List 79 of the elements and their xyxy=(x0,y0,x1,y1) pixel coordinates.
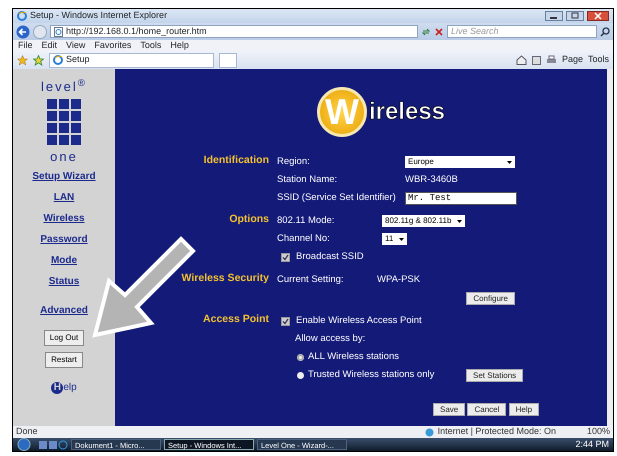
menu-item[interactable]: Tools xyxy=(140,38,162,52)
form-button[interactable]: Save xyxy=(433,403,466,416)
refresh-icon[interactable] xyxy=(421,26,431,36)
minimize-icon[interactable] xyxy=(545,11,563,21)
section-heading: Identification xyxy=(202,153,270,168)
checkbox[interactable] xyxy=(281,252,290,262)
menu-item[interactable]: Favorites xyxy=(94,38,132,52)
page-icon xyxy=(54,26,63,36)
section-heading: Access Point xyxy=(202,312,270,327)
field-label: Region: xyxy=(277,154,311,169)
nav-link[interactable]: Status xyxy=(48,274,80,289)
section-heading: Wireless Security xyxy=(180,271,270,286)
logo-text-bottom: one xyxy=(50,151,78,163)
browser-icon xyxy=(53,55,63,65)
radio-button[interactable] xyxy=(297,372,304,378)
address-field[interactable]: http://192.168.0.1/home_router.htm xyxy=(50,25,418,38)
ssid-field[interactable]: Mr. Test xyxy=(405,192,517,204)
logo-text-top: level$^{®}$ xyxy=(41,81,87,93)
dropdown[interactable]: 802.11g & 802.11b xyxy=(382,215,466,227)
nav-link[interactable]: Password xyxy=(40,232,88,247)
dropdown[interactable]: 11 xyxy=(382,233,408,245)
search-icon[interactable] xyxy=(600,26,610,36)
checkbox-label: Enable Wireless Access Point xyxy=(296,314,422,328)
browser-tab[interactable]: Setup xyxy=(49,52,214,68)
dropdown[interactable]: Europe xyxy=(405,156,515,168)
toolbar-menu[interactable]: Tools xyxy=(588,53,609,67)
nav-link[interactable]: Advanced xyxy=(40,303,88,318)
field-value: WPA-PSK xyxy=(377,272,420,287)
set-stations-button[interactable]: Set Stations xyxy=(466,368,524,382)
radio-button[interactable] xyxy=(297,354,304,360)
security-zone: Internet | Protected Mode: On xyxy=(438,425,556,438)
logo-text: ireless xyxy=(368,97,446,127)
caret-icon xyxy=(399,238,404,240)
clock: 2:44 PM xyxy=(575,438,609,451)
nav-link[interactable]: LAN xyxy=(54,190,74,205)
field-label: Allow access by: xyxy=(295,332,366,346)
nav-link[interactable]: Setup Wizard xyxy=(32,169,96,184)
radio-label: ALL Wireless stations xyxy=(308,350,400,364)
zoom-level[interactable]: 100% xyxy=(586,425,610,439)
field-label: 802.11 Mode: xyxy=(277,214,336,228)
caret-icon xyxy=(507,160,512,164)
form-button[interactable]: Cancel xyxy=(467,403,506,416)
browser-icon xyxy=(17,11,27,21)
nav-link[interactable]: Mode xyxy=(50,253,78,268)
field-label: Current Setting: xyxy=(277,272,345,287)
checkbox[interactable] xyxy=(281,316,290,326)
quick-launch-icon[interactable] xyxy=(38,440,68,450)
star-icon[interactable] xyxy=(17,54,28,66)
field-value: WBR-3460B xyxy=(405,172,458,187)
close-icon[interactable] xyxy=(587,11,609,21)
form-button[interactable]: Help xyxy=(508,403,540,416)
field-label: SSID (Service Set Identifier) xyxy=(277,190,397,205)
tab-title: Setup xyxy=(66,53,90,66)
radio-label: Trusted Wireless stations only xyxy=(308,368,436,382)
checkbox-label: Broadcast SSID xyxy=(296,250,364,264)
status-text: Done xyxy=(16,425,38,438)
logo-blocks-drawing xyxy=(47,99,81,145)
caret-icon xyxy=(457,220,462,222)
configure-button[interactable]: Configure xyxy=(466,292,515,304)
window-title: Setup - Windows Internet Explorer xyxy=(30,9,168,22)
menu-item[interactable]: File xyxy=(18,38,33,52)
sidebar-button[interactable]: Log Out xyxy=(44,330,84,346)
restore-icon[interactable] xyxy=(566,11,584,21)
back-icon[interactable] xyxy=(16,24,30,38)
help-link[interactable]: H elp xyxy=(51,380,77,395)
nav-link[interactable]: Wireless xyxy=(43,211,85,226)
stop-icon[interactable] xyxy=(434,26,444,36)
home-icon[interactable] xyxy=(516,55,527,65)
section-heading: Options xyxy=(228,212,270,227)
print-icon[interactable] xyxy=(546,55,557,65)
sidebar-button[interactable]: Restart xyxy=(45,352,83,368)
field-label: Channel No: xyxy=(277,232,331,246)
menu-item[interactable]: View xyxy=(66,38,86,52)
menu-item[interactable]: Help xyxy=(170,38,189,52)
toolbar-menu[interactable]: Page xyxy=(562,53,583,67)
menu-item[interactable]: Edit xyxy=(42,38,58,52)
add-favorite-icon[interactable] xyxy=(33,54,44,66)
logo-badge: W xyxy=(316,87,367,137)
field-label: Station Name: xyxy=(277,172,338,187)
